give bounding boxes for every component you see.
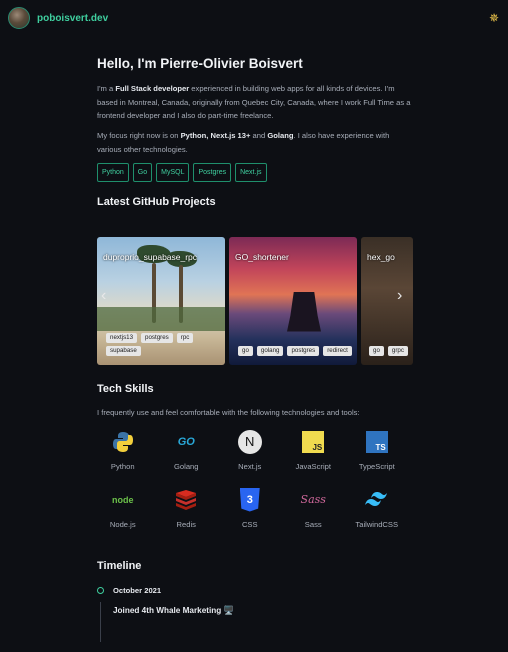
timeline-dot [97,586,104,594]
skill-label: Redis [176,519,196,529]
typescript-icon: TS [364,429,390,455]
project-tag: supabase [106,345,141,356]
project-card[interactable]: duproprio_supabase_rpc nextjs13 postgres… [97,236,225,365]
project-tags: nextjs13 postgres rpc supabase [106,332,220,356]
project-title: duproprio_supabase_rpc [103,251,198,262]
skill-css: 3 CSS [218,487,282,538]
tag-mysql: MySQL [156,162,190,182]
skill-redis: Redis [155,487,219,538]
skill-label: Golang [174,461,199,471]
project-tag: redirect [323,345,352,356]
timeline-line [100,601,101,642]
chevron-right-icon[interactable]: › [397,287,402,305]
skill-sass: Sass Sass [282,487,346,538]
skill-label: JavaScript [295,461,331,471]
projects-heading: Latest GitHub Projects [97,195,216,208]
project-tags: go golang postgres redirect [238,345,352,356]
skill-label: CSS [241,519,258,529]
main-content: Hello, I'm Pierre-Olivier Boisvert I'm a… [97,50,413,645]
javascript-icon: JS [300,429,326,455]
project-tag: go [369,345,384,356]
nextjs-icon: N [237,429,263,455]
skill-python: Python [91,429,155,480]
project-tag: nextjs13 [106,332,138,343]
project-tags: go grpc [369,345,413,356]
python-icon [110,429,136,455]
skill-label: Node.js [109,519,136,529]
skill-label: Next.js [238,461,262,471]
chevron-left-icon[interactable]: ‹ [101,287,106,305]
skill-javascript: JS JavaScript [282,429,346,480]
avatar[interactable] [8,7,30,29]
project-title: hex_go [367,251,395,262]
skills-grid: Python GO Golang N Next.js JS JavaScript… [91,429,413,538]
project-tag: golang [256,345,284,356]
timeline-date: October 2021 [113,585,162,595]
tag-python: Python [97,162,129,182]
intro-paragraph: I'm a Full Stack developer experienced i… [97,84,411,121]
css-icon: 3 [237,487,263,513]
timeline: October 2021 Joined 4th Whale Marketing … [97,585,413,645]
top-navbar: poboisvert.dev ✵ [0,0,508,36]
project-tag: grpc [387,345,408,356]
skill-label: Sass [304,519,322,529]
redis-icon [173,487,199,513]
projects-carousel: duproprio_supabase_rpc nextjs13 postgres… [97,236,413,365]
skills-intro: I frequently use and feel comfortable wi… [97,407,360,417]
project-tag: rpc [176,332,194,343]
skill-tailwindcss: TailwindCSS [345,487,409,538]
project-title: GO_shortener [235,251,289,262]
skill-golang: GO Golang [155,429,219,480]
skill-label: TailwindCSS [355,519,399,529]
sass-icon: Sass [300,493,326,507]
project-tag: postgres [287,345,320,356]
skill-typescript: TS TypeScript [345,429,409,480]
skill-nextjs: N Next.js [218,429,282,480]
tag-nextjs: Next.js [235,162,267,182]
focus-tags: Python Go MySQL Postgres Next.js [97,162,413,182]
golang-icon: GO [177,435,195,448]
skill-nodejs: node Node.js [91,487,155,538]
project-tag: go [238,345,253,356]
sun-icon[interactable]: ✵ [487,11,501,25]
project-card[interactable]: GO_shortener go golang postgres redirect [229,236,357,365]
project-tag: postgres [141,332,173,343]
site-brand-link[interactable]: poboisvert.dev [37,13,108,24]
page-title: Hello, I'm Pierre-Olivier Boisvert [97,56,303,71]
timeline-heading: Timeline [97,559,142,572]
skills-heading: Tech Skills [97,382,154,395]
nodejs-icon: node [112,494,134,505]
tag-postgres: Postgres [193,162,232,182]
project-card[interactable]: hex_go go grpc [361,236,413,365]
skill-label: Python [110,461,135,471]
tag-go: Go [132,162,153,182]
timeline-title: Joined 4th Whale Marketing 🖥️ [113,605,234,615]
focus-paragraph: My focus right now is on Python, Next.js… [97,131,390,154]
tailwindcss-icon [364,487,390,513]
skill-label: TypeScript [358,461,395,471]
